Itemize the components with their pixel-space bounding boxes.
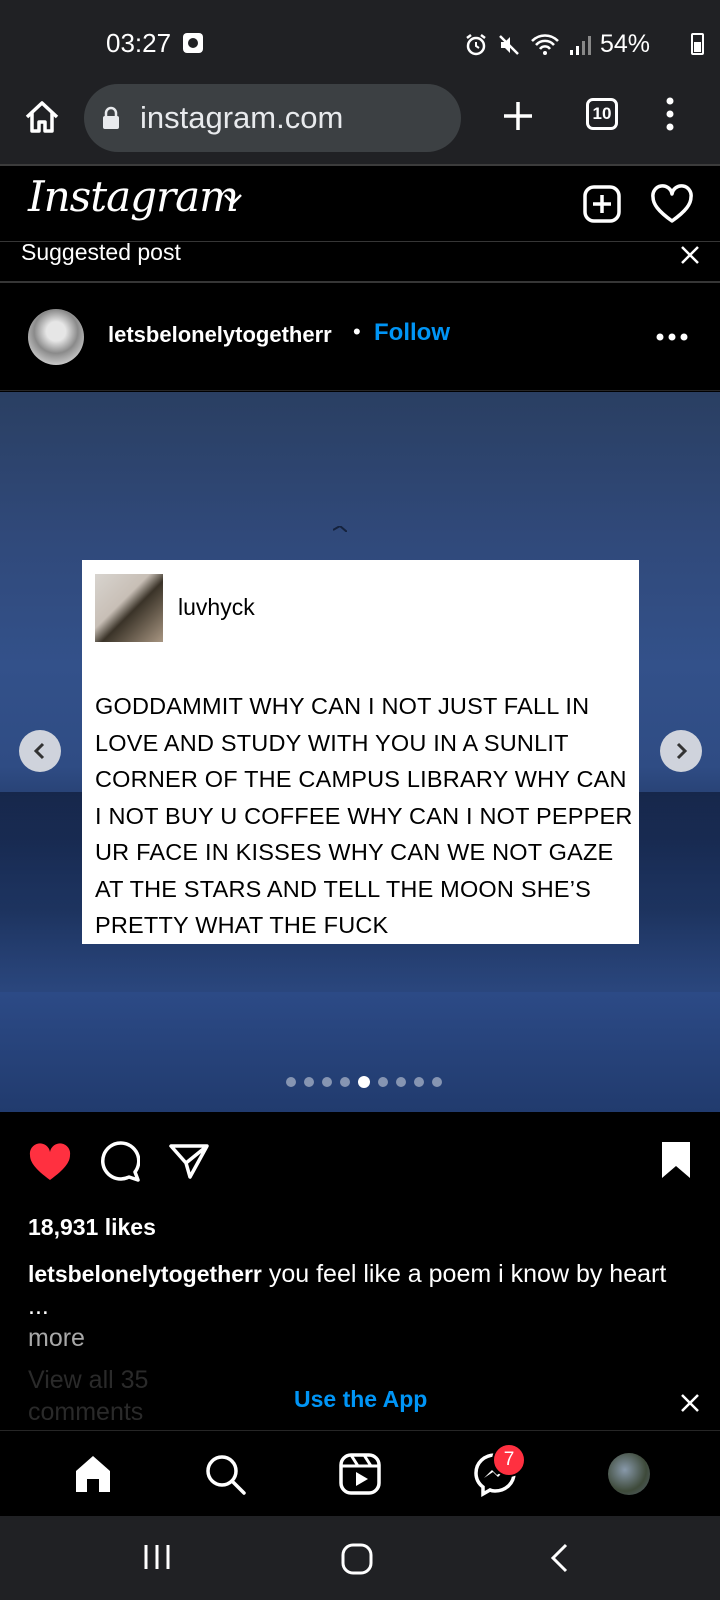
instagram-logo[interactable]: Instagram (28, 172, 239, 221)
alarm-icon (466, 33, 486, 55)
post-actions (0, 1140, 720, 1190)
carousel-prev-button[interactable] (19, 730, 61, 772)
activity-heart-icon[interactable] (650, 184, 694, 224)
messages-badge: 7 (492, 1443, 526, 1477)
chevron-left-icon (33, 742, 45, 760)
signal-icon (569, 35, 591, 55)
search-icon[interactable] (202, 1451, 248, 1497)
status-icons: 54% (464, 30, 650, 59)
avatar[interactable] (28, 309, 84, 365)
browser-menu-icon[interactable] (662, 96, 678, 132)
wifi-icon (531, 33, 559, 55)
comment-icon[interactable] (98, 1140, 140, 1182)
suggested-label: Suggested post (21, 239, 181, 265)
url-text: instagram.com (140, 100, 344, 135)
chevron-down-icon[interactable] (222, 190, 244, 208)
battery-icon (691, 33, 704, 55)
caption-more-link[interactable]: more (28, 1324, 85, 1353)
new-tab-icon[interactable] (500, 98, 536, 134)
suggested-post-strip: Suggested post (0, 239, 720, 283)
carousel-dot (378, 1077, 388, 1087)
sea-waves (0, 992, 720, 1112)
tab-switcher-button[interactable]: 10 (586, 98, 618, 130)
chevron-right-icon (676, 742, 688, 760)
more-options-icon[interactable] (656, 333, 688, 341)
carousel-dot (286, 1077, 296, 1087)
system-navigation-bar (0, 1516, 720, 1600)
use-app-button[interactable]: Use the App (294, 1386, 427, 1413)
saved-bookmark-icon[interactable] (660, 1140, 692, 1180)
carousel-next-button[interactable] (660, 730, 702, 772)
card-avatar (95, 574, 163, 642)
lock-icon (103, 106, 119, 129)
bird-silhouette (333, 526, 347, 532)
home-icon[interactable] (22, 98, 62, 138)
card-text: GODDAMMIT WHY CAN I NOT JUST FALL IN LOV… (95, 693, 633, 938)
screen-record-icon (183, 33, 203, 53)
mute-icon (499, 34, 519, 55)
post-username[interactable]: letsbelonelytogetherr (108, 322, 332, 348)
new-post-icon[interactable] (582, 184, 622, 224)
bottom-navigation: 7 (0, 1430, 720, 1514)
share-icon[interactable] (168, 1142, 210, 1180)
carousel-dot (304, 1077, 314, 1087)
close-icon[interactable] (680, 1393, 700, 1413)
battery-percent: 54% (599, 30, 650, 58)
post-header: letsbelonelytogetherr • Follow (0, 285, 720, 391)
reels-icon[interactable] (337, 1451, 383, 1497)
home-icon[interactable] (70, 1451, 116, 1497)
close-icon[interactable] (680, 245, 700, 265)
address-bar[interactable]: instagram.com (84, 84, 461, 152)
carousel-dot (340, 1077, 350, 1087)
follow-button[interactable]: Follow (374, 319, 450, 347)
carousel-indicator (286, 1076, 442, 1088)
back-icon[interactable] (548, 1542, 570, 1574)
card-username: luvhyck (178, 594, 255, 620)
carousel-dot (414, 1077, 424, 1087)
separator-dot: • (353, 319, 361, 344)
browser-toolbar: instagram.com 10 (0, 84, 720, 166)
caption-username[interactable]: letsbelonelytogetherr (28, 1261, 262, 1287)
carousel-dot (322, 1077, 332, 1087)
status-time: 03:27 (106, 28, 172, 58)
instagram-header: Instagram (0, 168, 720, 242)
post-caption: letsbelonelytogetherr you feel like a po… (28, 1258, 688, 1322)
post-media[interactable]: luvhyck GODDAMMIT WHY CAN I NOT JUST FAL… (0, 392, 720, 1112)
home-nav-icon[interactable] (340, 1542, 374, 1576)
recent-apps-icon[interactable] (142, 1542, 172, 1572)
use-app-banner: Use the App (0, 1380, 720, 1430)
embedded-text-card: luvhyck GODDAMMIT WHY CAN I NOT JUST FAL… (82, 560, 639, 944)
status-bar: 03:27 54% (0, 0, 720, 84)
carousel-dot (432, 1077, 442, 1087)
profile-avatar[interactable] (608, 1453, 650, 1495)
carousel-dot (396, 1077, 406, 1087)
liked-heart-icon[interactable] (28, 1142, 72, 1182)
likes-count[interactable]: 18,931 likes (28, 1214, 156, 1241)
carousel-dot-active (358, 1076, 370, 1088)
